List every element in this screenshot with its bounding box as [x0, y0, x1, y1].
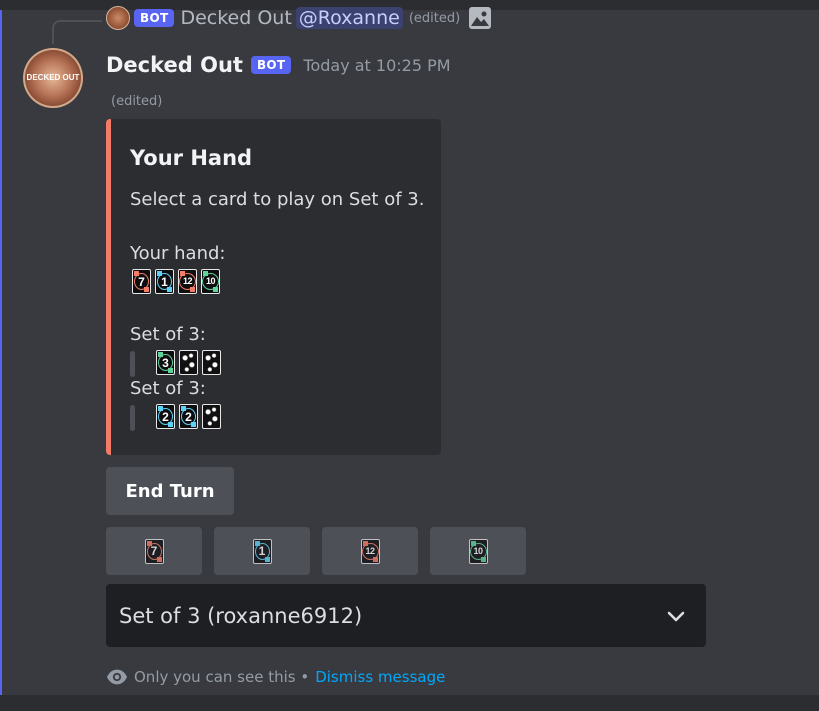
card-corner	[203, 271, 208, 276]
wild-card	[202, 350, 221, 375]
card-corner	[180, 271, 185, 276]
wild-card	[179, 350, 198, 375]
avatar-logo-text: DECKED OUT	[26, 73, 80, 82]
message-header: Decked Out BOT Today at 10:25 PM	[106, 53, 451, 77]
playing-card: 7	[144, 538, 164, 564]
card-corner	[181, 406, 186, 411]
card-corner	[190, 287, 195, 292]
set-label: Set of 3:	[130, 378, 206, 399]
set-cards: 3	[156, 350, 221, 375]
card-corner	[146, 540, 152, 546]
set-cards: 22	[156, 404, 221, 429]
playing-card: 2	[179, 404, 198, 429]
bottom-strip	[0, 695, 819, 711]
avatar[interactable]: DECKED OUT	[23, 48, 83, 108]
dismiss-message-link[interactable]: Dismiss message	[315, 668, 445, 686]
play-card-button[interactable]: 12	[322, 527, 418, 575]
edited-label: (edited)	[111, 94, 163, 109]
card-corner	[264, 556, 270, 562]
hand-label: Your hand:	[130, 243, 226, 264]
playing-card: 3	[156, 350, 175, 375]
card-corner	[254, 540, 260, 546]
card-corner	[168, 422, 173, 427]
wild-card	[202, 404, 221, 429]
set-quote-bar	[130, 351, 135, 377]
reply-mention[interactable]: @Roxanne	[295, 7, 403, 29]
play-card-button[interactable]: 10	[430, 527, 526, 575]
card-corner	[362, 540, 368, 546]
card-corner	[167, 287, 172, 292]
reply-edited: (edited)	[408, 10, 461, 26]
play-card-button[interactable]: 1	[214, 527, 310, 575]
bot-tag: BOT	[250, 56, 292, 74]
embed-accent-bar	[106, 119, 111, 455]
card-corner	[158, 406, 163, 411]
embed-title: Your Hand	[130, 146, 253, 170]
ephemeral-notice: Only you can see this • Dismiss message	[106, 666, 445, 688]
reply-bot-tag: BOT	[134, 9, 175, 27]
highlight-bar	[0, 10, 2, 695]
card-corner	[157, 271, 162, 276]
card-corner	[158, 352, 163, 357]
embed: Your Hand Select a card to play on Set o…	[106, 119, 441, 455]
reply-author[interactable]: Decked Out	[180, 7, 291, 29]
playing-card: 2	[156, 404, 175, 429]
hand-cards: 7 1 12 10	[132, 269, 220, 294]
end-turn-button[interactable]: End Turn	[106, 467, 234, 515]
select-value: Set of 3 (roxanne6912)	[119, 604, 363, 628]
card-corner	[156, 556, 162, 562]
image-icon[interactable]	[468, 6, 492, 30]
set-quote-bar	[130, 405, 135, 431]
eye-icon	[106, 669, 128, 685]
playing-card: 1	[155, 269, 174, 294]
timestamp[interactable]: Today at 10:25 PM	[303, 56, 450, 75]
card-corner	[134, 271, 139, 276]
card-corner	[168, 368, 173, 373]
playing-card: 10	[468, 538, 488, 564]
reply-preview[interactable]: BOT Decked Out @Roxanne (edited)	[106, 6, 492, 30]
ephemeral-text: Only you can see this •	[134, 668, 310, 686]
reply-avatar[interactable]	[106, 6, 130, 30]
playing-card: 1	[252, 538, 272, 564]
playing-card: 7	[132, 269, 151, 294]
reply-spine	[52, 20, 102, 44]
author-name[interactable]: Decked Out	[106, 53, 243, 77]
playing-card: 12	[178, 269, 197, 294]
play-card-button[interactable]: 7	[106, 527, 202, 575]
card-corner	[191, 422, 196, 427]
set-select-dropdown[interactable]: Set of 3 (roxanne6912)	[106, 584, 706, 647]
card-corner	[144, 287, 149, 292]
playing-card: 10	[201, 269, 220, 294]
playing-card: 12	[360, 538, 380, 564]
card-corner	[470, 540, 476, 546]
card-corner	[213, 287, 218, 292]
set-label: Set of 3:	[130, 324, 206, 345]
card-corner	[480, 556, 486, 562]
card-corner	[372, 556, 378, 562]
embed-description: Select a card to play on Set of 3.	[130, 189, 425, 210]
chevron-down-icon[interactable]	[666, 606, 686, 626]
